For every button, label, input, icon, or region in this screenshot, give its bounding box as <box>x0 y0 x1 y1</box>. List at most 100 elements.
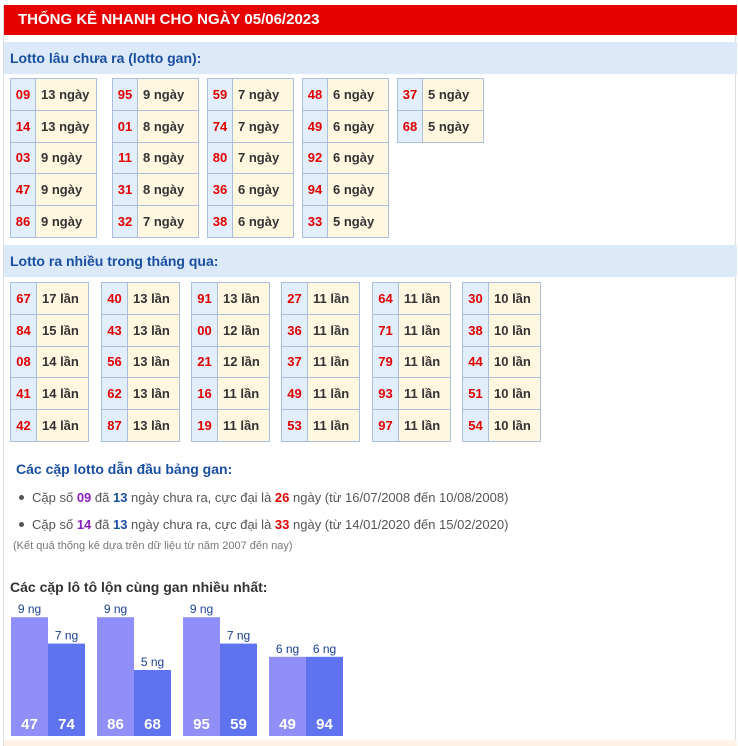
freq-table-1: 67 17 lần 84 15 lần 08 14 lần 41 14 lần 42 14 lần <box>10 282 89 442</box>
gan-table-2: 95 9 ngày 01 8 ngày 11 8 ngày 31 8 ngày 32 7 ngày <box>112 78 199 238</box>
freq-table-3: 91 13 lần 00 12 lần 21 12 lần 16 11 lần 19 11 lần <box>191 282 270 442</box>
table-row: 32 7 ngày <box>112 205 199 238</box>
lotto-number: 31 <box>112 173 138 207</box>
lotto-number: 64 <box>372 282 399 315</box>
list-item: Cặp số 09 đã 13 ngày chưa ra, cực đại là… <box>16 487 508 514</box>
lotto-count: 11 lần <box>307 345 360 379</box>
lotto-count: 10 lần <box>488 282 541 315</box>
table-row: 80 7 ngày <box>207 141 294 175</box>
table-row: 37 5 ngày <box>397 78 484 111</box>
lotto-count: 13 lần <box>127 282 180 315</box>
lotto-number: 87 <box>101 409 128 442</box>
lotto-count: 12 lần <box>217 345 270 379</box>
lotto-count: 7 ngày <box>137 205 199 238</box>
lotto-number: 30 <box>462 282 489 315</box>
bar-category-label: 49 <box>279 716 296 733</box>
lotto-number: 91 <box>191 282 218 315</box>
bar-category-label: 95 <box>193 716 210 733</box>
bar-value-label: 9 ng <box>190 602 213 616</box>
table-row: 47 9 ngày <box>10 173 97 207</box>
bar-category-label: 86 <box>107 716 124 733</box>
gan-table-5: 37 5 ngày 68 5 ngày <box>397 78 484 143</box>
lotto-count: 11 lần <box>307 313 360 347</box>
table-row: 91 13 lần <box>191 282 270 315</box>
lotto-count: 14 lần <box>36 377 89 411</box>
table-row: 92 6 ngày <box>302 141 389 175</box>
lotto-number: 71 <box>372 313 399 347</box>
table-row: 38 10 lần <box>462 313 541 347</box>
lotto-number: 41 <box>10 377 37 411</box>
table-row: 30 10 lần <box>462 282 541 315</box>
lotto-count: 11 lần <box>398 313 451 347</box>
lotto-number: 95 <box>112 78 138 111</box>
table-row: 59 7 ngày <box>207 78 294 111</box>
table-row: 09 13 ngày <box>10 78 97 111</box>
bar-value-label: 7 ng <box>55 629 78 643</box>
lotto-number: 97 <box>372 409 399 442</box>
table-row: 14 13 ngày <box>10 109 97 143</box>
lotto-count: 11 lần <box>398 345 451 379</box>
table-row: 71 11 lần <box>372 313 451 347</box>
lotto-number: 08 <box>10 345 37 379</box>
bar-category-label: 47 <box>21 716 38 733</box>
lotto-count: 11 lần <box>307 409 360 442</box>
gan-section-title: Lotto lâu chưa ra (lotto gan): <box>4 42 737 74</box>
lotto-count: 9 ngày <box>35 141 97 175</box>
lotto-number: 59 <box>207 78 233 111</box>
lotto-count: 5 ngày <box>327 205 389 238</box>
lotto-count: 5 ngày <box>422 109 484 143</box>
lotto-count: 13 lần <box>217 282 270 315</box>
bar-value-label: 9 ng <box>18 602 41 616</box>
table-row: 49 11 lần <box>281 377 360 411</box>
lotto-count: 15 lần <box>36 313 89 347</box>
lotto-number: 16 <box>191 377 218 411</box>
bar-category-label: 59 <box>230 716 247 733</box>
lotto-number: 14 <box>10 109 36 143</box>
lotto-number: 33 <box>302 205 328 238</box>
lotto-number: 74 <box>207 109 233 143</box>
lotto-count: 11 lần <box>307 282 360 315</box>
table-row: 00 12 lần <box>191 313 270 347</box>
table-row: 44 10 lần <box>462 345 541 379</box>
table-row: 51 10 lần <box>462 377 541 411</box>
lotto-number: 80 <box>207 141 233 175</box>
table-row: 43 13 lần <box>101 313 180 347</box>
lotto-count: 9 ngày <box>137 78 199 111</box>
pair-number: 14 <box>76 517 92 532</box>
lotto-count: 10 lần <box>488 345 541 379</box>
lotto-count: 8 ngày <box>137 109 199 143</box>
max-days: 33 <box>274 517 290 532</box>
table-row: 64 11 lần <box>372 282 451 315</box>
lotto-number: 62 <box>101 377 128 411</box>
days-count: 13 <box>112 490 128 505</box>
pair-number: 09 <box>76 490 92 505</box>
table-row: 87 13 lần <box>101 409 180 442</box>
freq-table-2: 40 13 lần 43 13 lần 56 13 lần 62 13 lần 87 13 lần <box>101 282 180 442</box>
lotto-number: 93 <box>372 377 399 411</box>
lotto-count: 10 lần <box>488 409 541 442</box>
lotto-count: 11 lần <box>217 409 270 442</box>
table-row: 01 8 ngày <box>112 109 199 143</box>
table-row: 42 14 lần <box>10 409 89 442</box>
lotto-count: 7 ngày <box>232 109 294 143</box>
table-row: 33 5 ngày <box>302 205 389 238</box>
table-row: 41 14 lần <box>10 377 89 411</box>
table-row: 79 11 lần <box>372 345 451 379</box>
lotto-count: 11 lần <box>398 377 451 411</box>
list-item: Cặp số 14 đã 13 ngày chưa ra, cực đại là… <box>16 514 508 541</box>
bar-value-label: 5 ng <box>141 655 164 669</box>
data-note: (Kết quả thống kê dựa trên dữ liệu từ nă… <box>13 540 293 552</box>
lotto-number: 21 <box>191 345 218 379</box>
lotto-count: 13 lần <box>127 313 180 347</box>
lotto-count: 6 ngày <box>327 173 389 207</box>
table-row: 97 11 lần <box>372 409 451 442</box>
table-row: 08 14 lần <box>10 345 89 379</box>
lotto-count: 14 lần <box>36 345 89 379</box>
table-row: 16 11 lần <box>191 377 270 411</box>
table-row: 86 9 ngày <box>10 205 97 238</box>
table-row: 40 13 lần <box>101 282 180 315</box>
table-row: 48 6 ngày <box>302 78 389 111</box>
page-title: THỐNG KÊ NHANH CHO NGÀY 05/06/2023 <box>4 5 737 35</box>
table-row: 62 13 lần <box>101 377 180 411</box>
freq-table-6: 30 10 lần 38 10 lần 44 10 lần 51 10 lần 54 10 lần <box>462 282 541 442</box>
